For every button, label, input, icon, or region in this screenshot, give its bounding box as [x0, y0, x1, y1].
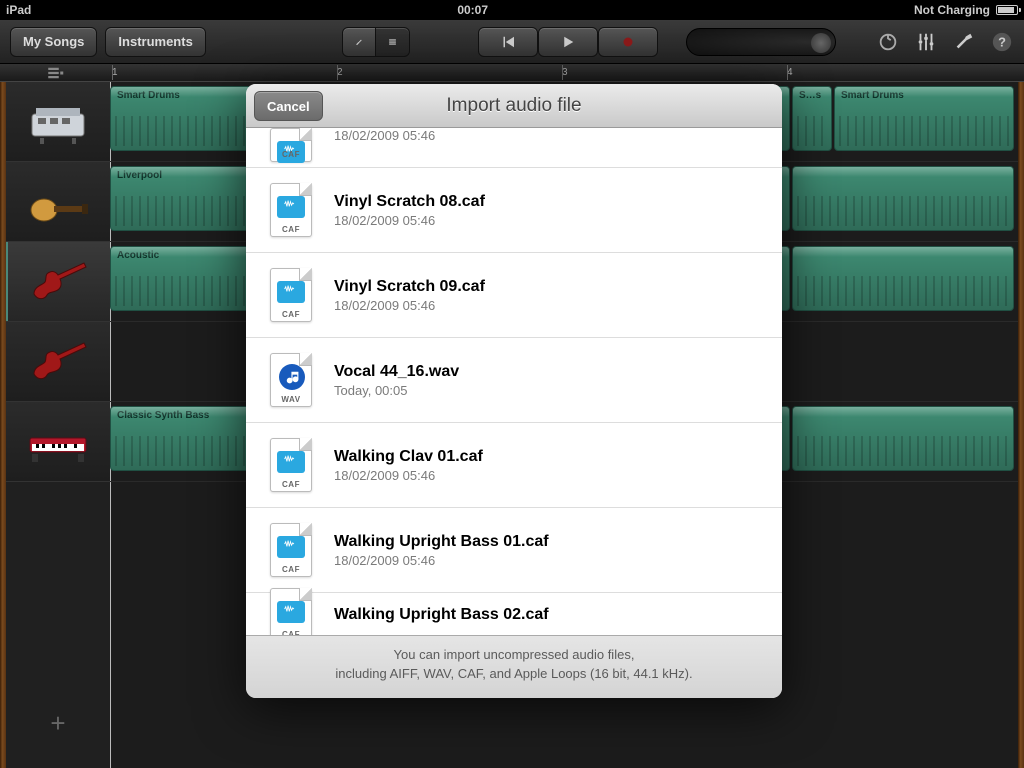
svg-text:?: ? [998, 34, 1006, 49]
track-header[interactable] [6, 322, 110, 402]
audio-region[interactable] [792, 166, 1014, 231]
modal-title: Import audio file [446, 95, 581, 117]
track-header[interactable] [6, 242, 110, 322]
file-type-icon: CAF [270, 128, 312, 162]
audio-region[interactable]: Smart Drums [834, 86, 1014, 151]
file-date: Today, 00:05 [334, 383, 459, 398]
file-list[interactable]: CAF 18/02/2009 05:46 CAF Vinyl Scratch 08.c… [246, 128, 782, 635]
transport-controls [478, 27, 658, 57]
audio-region[interactable] [792, 406, 1014, 471]
file-name: Vinyl Scratch 09.caf [334, 278, 485, 296]
file-type-icon: CAF [270, 523, 312, 577]
mixer-icon[interactable] [914, 30, 938, 54]
track-add-icon[interactable] [46, 64, 64, 82]
wood-edge-right [1018, 82, 1024, 768]
file-date: 18/02/2009 05:46 [334, 468, 483, 483]
modal-header: Cancel Import audio file [246, 84, 782, 128]
bass-guitar-icon [23, 177, 93, 227]
modal-footer: You can import uncompressed audio files,… [246, 635, 782, 698]
statusbar-charging: Not Charging [914, 3, 990, 17]
file-name: Walking Upright Bass 02.caf [334, 606, 549, 624]
file-date: 18/02/2009 05:46 [334, 553, 549, 568]
red-guitar-icon [23, 337, 93, 387]
track-header[interactable] [6, 162, 110, 242]
statusbar-time: 00:07 [31, 3, 914, 17]
file-name: Walking Upright Bass 01.caf [334, 533, 549, 551]
track-header[interactable] [6, 82, 110, 162]
file-name: Vinyl Scratch 08.caf [334, 193, 485, 211]
instruments-button[interactable]: Instruments [105, 27, 205, 57]
file-row[interactable]: CAF 18/02/2009 05:46 [246, 128, 782, 168]
file-type-icon: CAF [270, 588, 312, 636]
my-songs-button[interactable]: My Songs [10, 27, 97, 57]
loop-browser-icon[interactable] [876, 30, 900, 54]
guitar-view-button[interactable] [342, 27, 376, 57]
file-row[interactable]: WAV Vocal 44_16.wav Today, 00:05 [246, 338, 782, 423]
lcd-display[interactable] [686, 28, 836, 56]
file-row[interactable]: CAF Walking Upright Bass 01.caf 18/02/2009… [246, 508, 782, 593]
file-name: Walking Clav 01.caf [334, 448, 483, 466]
play-button[interactable] [538, 27, 598, 57]
keyboard-icon [23, 417, 93, 467]
red-guitar-icon [23, 257, 93, 307]
rewind-button[interactable] [478, 27, 538, 57]
timeline-ruler[interactable]: 1234 [0, 64, 1024, 82]
ruler-mark: 1 [112, 67, 337, 78]
ruler-mark: 2 [337, 67, 562, 78]
audio-region[interactable]: S…s [792, 86, 832, 151]
file-date: 18/02/2009 05:46 [334, 128, 435, 143]
file-row[interactable]: CAF Vinyl Scratch 09.caf 18/02/2009 05:46 [246, 253, 782, 338]
ruler-mark: 3 [562, 67, 787, 78]
drum-machine-icon [23, 97, 93, 147]
help-icon[interactable]: ? [990, 30, 1014, 54]
track-header[interactable] [6, 402, 110, 482]
file-row[interactable]: CAF Vinyl Scratch 08.caf 18/02/2009 05:46 [246, 168, 782, 253]
file-date: 18/02/2009 05:46 [334, 213, 485, 228]
file-name: Vocal 44_16.wav [334, 363, 459, 381]
main-toolbar: My Songs Instruments ? [0, 20, 1024, 64]
battery-icon [996, 5, 1018, 15]
track-headers: + [6, 82, 110, 768]
ruler-mark: 4 [787, 67, 1012, 78]
view-segmented [342, 27, 410, 57]
footer-line-2: including AIFF, WAV, CAF, and Apple Loop… [266, 665, 762, 684]
import-audio-modal: Cancel Import audio file CAF 18/02/2009 0… [246, 84, 782, 698]
ios-statusbar: iPad 00:07 Not Charging [0, 0, 1024, 20]
file-type-icon: CAF [270, 268, 312, 322]
settings-icon[interactable] [952, 30, 976, 54]
file-type-icon: WAV [270, 353, 312, 407]
record-button[interactable] [598, 27, 658, 57]
tracks-view-button[interactable] [376, 27, 410, 57]
file-type-icon: CAF [270, 438, 312, 492]
file-date: 18/02/2009 05:46 [334, 298, 485, 313]
cancel-button[interactable]: Cancel [254, 91, 323, 121]
statusbar-device: iPad [6, 3, 31, 17]
file-row[interactable]: CAF Walking Clav 01.caf 18/02/2009 05:46 [246, 423, 782, 508]
footer-line-1: You can import uncompressed audio files, [266, 646, 762, 665]
file-type-icon: CAF [270, 183, 312, 237]
add-track-button[interactable]: + [45, 712, 71, 738]
audio-region[interactable] [792, 246, 1014, 311]
file-row[interactable]: CAFWalking Upright Bass 02.caf [246, 593, 782, 635]
